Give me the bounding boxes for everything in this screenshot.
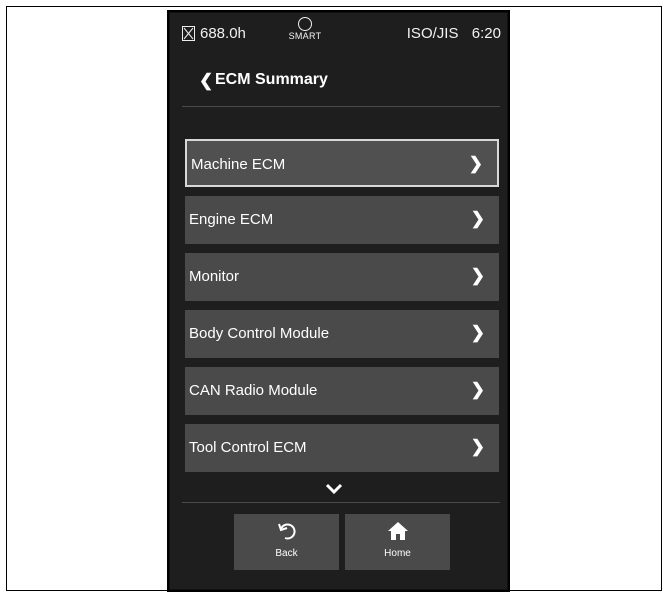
smart-indicator: SMART	[288, 17, 322, 41]
ecm-menu: Machine ECM ❯ Engine ECM ❯ Monitor ❯ Bod…	[185, 139, 499, 481]
home-button[interactable]: Home	[345, 514, 450, 570]
display-screen: 688.0h SMART ISO/JIS 6:20 ❮ ECM Summary …	[170, 13, 507, 589]
menu-item-label: Engine ECM	[189, 211, 274, 228]
back-chevron-icon[interactable]: ❮	[199, 71, 213, 91]
title-divider	[182, 106, 500, 107]
standard-label: ISO/JIS	[406, 25, 459, 42]
menu-item-label: Machine ECM	[191, 156, 286, 173]
clock: 6:20	[471, 25, 501, 42]
hourglass-icon	[182, 26, 195, 41]
menu-item-label: Monitor	[189, 268, 240, 285]
chevron-right-icon: ❯	[470, 266, 485, 285]
status-right: ISO/JIS 6:20	[381, 25, 507, 42]
menu-item-label: CAN Radio Module	[189, 382, 318, 399]
hour-meter: 688.0h	[182, 25, 246, 42]
menu-item-can-radio-module[interactable]: CAN Radio Module ❯	[185, 367, 499, 415]
footer-divider	[182, 502, 500, 503]
status-bar: 688.0h SMART ISO/JIS 6:20	[170, 13, 507, 53]
menu-item-tool-control-ecm[interactable]: Tool Control ECM ❯	[185, 424, 499, 472]
back-button-label: Back	[275, 548, 298, 559]
menu-item-machine-ecm[interactable]: Machine ECM ❯	[185, 139, 499, 187]
menu-item-engine-ecm[interactable]: Engine ECM ❯	[185, 196, 499, 244]
menu-item-body-control-module[interactable]: Body Control Module ❯	[185, 310, 499, 358]
home-button-label: Home	[384, 548, 411, 559]
title-bar: ❮ ECM Summary	[170, 61, 507, 101]
back-button[interactable]: Back	[234, 514, 339, 570]
scroll-down-chevron-icon[interactable]	[325, 479, 343, 500]
chevron-right-icon: ❯	[468, 154, 483, 173]
chevron-right-icon: ❯	[470, 380, 485, 399]
menu-item-monitor[interactable]: Monitor ❯	[185, 253, 499, 301]
menu-item-label: Body Control Module	[189, 325, 330, 342]
hour-meter-value: 688.0h	[200, 25, 246, 42]
back-arrow-icon	[234, 520, 339, 546]
chevron-right-icon: ❯	[470, 437, 485, 456]
smart-label: SMART	[288, 31, 322, 41]
home-icon	[345, 520, 450, 546]
page-title: ECM Summary	[215, 71, 328, 88]
chevron-right-icon: ❯	[470, 323, 485, 342]
chevron-right-icon: ❯	[470, 209, 485, 228]
smart-bulb-icon	[298, 17, 312, 31]
menu-item-label: Tool Control ECM	[189, 439, 307, 456]
